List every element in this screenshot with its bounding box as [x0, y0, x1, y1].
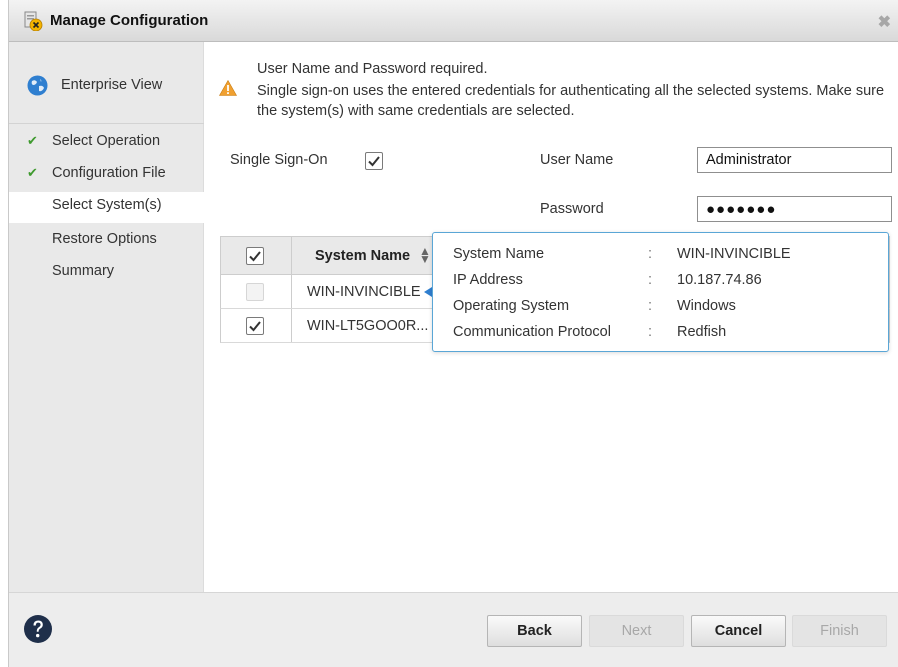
popover-value: 10.187.74.86 — [677, 272, 762, 288]
warning-message: Single sign-on uses the entered credenti… — [257, 83, 885, 119]
popover-key: Operating System — [453, 298, 570, 314]
popover-separator: : — [648, 272, 653, 288]
column-header-system-name[interactable]: System Name — [315, 248, 410, 264]
popover-value: Windows — [677, 298, 736, 314]
popover-separator: : — [648, 246, 653, 262]
single-sign-on-label: Single Sign-On — [230, 152, 328, 168]
warning-icon — [219, 80, 237, 96]
check-icon — [368, 156, 380, 167]
column-divider — [291, 275, 292, 308]
row-checkbox[interactable] — [246, 283, 264, 301]
nav-item-label: Restore Options — [52, 231, 157, 247]
check-icon: ✔ — [27, 165, 38, 180]
nav-item-restore-options[interactable]: Restore Options — [9, 226, 204, 257]
warning-title: User Name and Password required. — [257, 61, 488, 77]
finish-button[interactable]: Finish — [792, 615, 887, 647]
popover-separator: : — [648, 324, 653, 340]
help-icon[interactable] — [23, 614, 53, 644]
nav-item-summary[interactable]: Summary — [9, 258, 204, 289]
select-all-checkbox[interactable] — [246, 247, 264, 265]
user-name-label: User Name — [540, 152, 614, 168]
popover-value: Redfish — [677, 324, 727, 340]
globe-icon — [27, 75, 48, 96]
close-icon[interactable]: ✖ — [878, 12, 891, 32]
check-icon — [249, 321, 261, 332]
password-label: Password — [540, 201, 604, 217]
title-bar: Manage Configuration ✖ — [9, 0, 898, 42]
column-divider — [291, 309, 292, 342]
nav-item-select-systems[interactable]: Select System(s) — [9, 192, 204, 223]
cancel-button[interactable]: Cancel — [691, 615, 786, 647]
system-name-cell: WIN-LT5GOO0R... — [307, 318, 429, 334]
check-icon: ✔ — [27, 133, 38, 148]
nav-item-configuration-file[interactable]: ✔ Configuration File — [9, 160, 204, 191]
nav-item-label: Select System(s) — [52, 197, 162, 213]
system-name-cell: WIN-INVINCIBLE — [307, 284, 421, 300]
popover-key: Communication Protocol — [453, 324, 611, 340]
dialog-footer: Back Next Cancel Finish — [9, 592, 898, 667]
popover-separator: : — [648, 298, 653, 314]
nav-item-label: Summary — [52, 263, 115, 279]
app-icon — [24, 11, 43, 31]
back-button[interactable]: Back — [487, 615, 582, 647]
single-sign-on-checkbox[interactable] — [365, 152, 383, 170]
user-name-field[interactable] — [697, 147, 892, 173]
check-icon — [249, 251, 261, 262]
enterprise-view-link[interactable]: Enterprise View — [9, 42, 204, 124]
nav-item-label: Select Operation — [52, 133, 161, 149]
column-divider — [291, 237, 292, 274]
nav-item-label: Configuration File — [52, 165, 166, 181]
popover-key: System Name — [453, 246, 545, 262]
popover-key: IP Address — [453, 272, 523, 288]
password-field[interactable] — [697, 196, 892, 222]
wizard-nav: Enterprise View ✔ Select Operation ✔ Con… — [9, 42, 204, 592]
nav-item-select-operation[interactable]: ✔ Select Operation — [9, 128, 204, 159]
sort-icon[interactable]: ▲ ▼ — [419, 245, 431, 265]
next-button[interactable]: Next — [589, 615, 684, 647]
row-checkbox[interactable] — [246, 317, 264, 335]
enterprise-view-label: Enterprise View — [61, 77, 163, 93]
dialog-title: Manage Configuration — [50, 12, 209, 29]
system-details-popover: System Name : WIN-INVINCIBLE IP Address … — [432, 232, 889, 352]
info-icon[interactable] — [424, 287, 432, 297]
popover-value: WIN-INVINCIBLE — [677, 246, 791, 262]
